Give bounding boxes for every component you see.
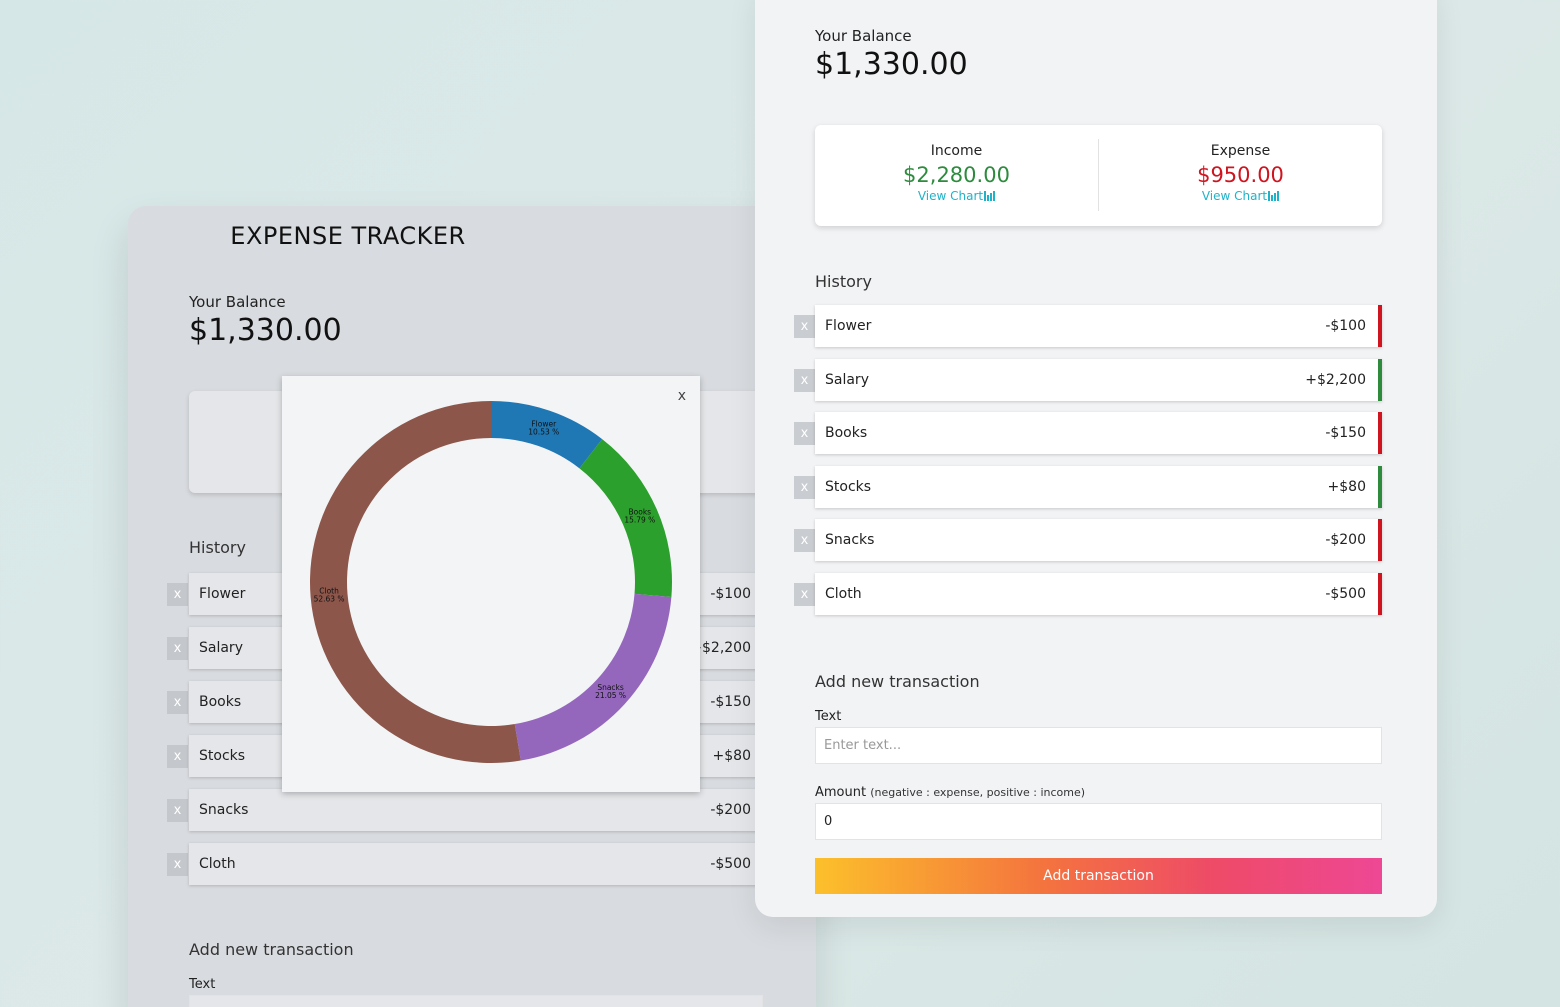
history-row: Cloth -$500 (815, 573, 1382, 615)
back-balance-value: $1,330.00 (189, 313, 342, 348)
history-item-text: Snacks (199, 802, 249, 818)
delete-button[interactable]: x (794, 422, 815, 446)
history-row: Flower -$100 (815, 305, 1382, 347)
donut-slice-percent: 10.53 % (528, 427, 559, 436)
back-form-title: Add new transaction (189, 940, 354, 959)
back-text-input[interactable] (189, 995, 763, 1007)
history-item-amount: -$500 (1325, 586, 1366, 602)
balance-label: Your Balance (815, 27, 912, 45)
text-label: Text (815, 709, 842, 724)
bar-chart-icon (984, 191, 996, 201)
donut-slice-snacks (514, 593, 672, 761)
history-item-amount: +$2,200 (1305, 371, 1366, 388)
back-history-title: History (189, 538, 246, 557)
delete-button[interactable]: x (794, 475, 815, 499)
delete-button[interactable]: x (167, 745, 188, 768)
history-item-text: Cloth (825, 586, 862, 602)
history-item-text: Salary (199, 640, 243, 656)
history-item-text: Stocks (825, 478, 872, 495)
history-item-amount: -$500 (710, 856, 751, 872)
history-item-text: Books (825, 425, 868, 442)
amount-label: Amount (815, 785, 867, 800)
delete-button[interactable]: x (794, 368, 815, 392)
history-row: Snacks -$200 (815, 519, 1382, 562)
form-title: Add new transaction (815, 672, 980, 691)
delete-button[interactable]: x (794, 315, 815, 338)
donut-slice-percent: 15.79 % (624, 516, 655, 525)
donut-slice-cloth (309, 401, 521, 763)
delete-button[interactable]: x (167, 583, 188, 606)
history-item-text: Flower (199, 586, 246, 602)
delete-button[interactable]: x (167, 637, 188, 660)
back-balance-label: Your Balance (189, 293, 286, 311)
history-item-text: Snacks (825, 532, 875, 549)
income-column: Income $2,280.00 View Chart (815, 125, 1098, 226)
history-item-amount: +$80 (712, 748, 751, 764)
history-item-text: Salary (825, 371, 869, 388)
donut-slice-percent: 21.05 % (595, 691, 626, 700)
amount-label-row: Amount (negative : expense, positive : i… (815, 785, 1085, 800)
add-transaction-button[interactable]: Add transaction (815, 858, 1382, 894)
history-item-amount: -$100 (710, 586, 751, 602)
history-item-amount: -$200 (710, 802, 751, 818)
history-item-amount: -$150 (1325, 425, 1366, 442)
delete-button[interactable]: x (167, 853, 188, 876)
amount-hint: (negative : expense, positive : income) (870, 786, 1086, 799)
history-item-amount: -$150 (710, 694, 751, 710)
expense-view-chart-link[interactable]: View Chart (1099, 189, 1382, 203)
history-row: Salary +$2,200 (815, 358, 1382, 401)
expense-value: $950.00 (1197, 163, 1284, 187)
history-item-text: Stocks (199, 748, 246, 764)
history-row: Cloth -$500 (189, 843, 763, 885)
bar-chart-icon (1268, 191, 1280, 201)
income-label: Income (930, 143, 983, 159)
amount-field[interactable] (815, 803, 1382, 840)
delete-button[interactable]: x (794, 583, 815, 606)
expense-label: Expense (1210, 143, 1271, 159)
app-title: EXPENSE TRACKER (230, 222, 466, 250)
donut-slice-percent: 52.63 % (314, 594, 345, 603)
back-text-label: Text (189, 977, 216, 992)
expense-view-chart-label: View Chart (1201, 189, 1268, 203)
amount-input[interactable] (824, 814, 1373, 829)
chart-popup: x Flower 10.53 % Books 15.79 % Snacks 21.05 %… (282, 376, 700, 792)
history-row: Stocks +$80 (815, 465, 1382, 508)
history-item-text: Books (199, 694, 242, 710)
income-view-chart-label: View Chart (917, 189, 984, 203)
income-view-chart-link[interactable]: View Chart (815, 189, 1098, 203)
delete-button[interactable]: x (167, 799, 188, 822)
expense-column: Expense $950.00 View Chart (1099, 125, 1382, 226)
income-expense-box: Income $2,280.00 View Chart Expense $950… (815, 125, 1382, 226)
history-item-amount: +$80 (1327, 478, 1366, 495)
delete-button[interactable]: x (794, 529, 815, 553)
history-item-amount: -$200 (1325, 532, 1366, 549)
text-input[interactable] (824, 738, 1373, 753)
history-item-text: Flower (825, 318, 872, 334)
text-field[interactable] (815, 727, 1382, 764)
expense-donut-chart: Flower10.53 %Books15.79 %Snacks21.05 %Cl… (309, 401, 672, 763)
history-item-text: Cloth (199, 856, 236, 872)
delete-button[interactable]: x (167, 691, 188, 714)
history-title: History (815, 272, 872, 291)
history-item-amount: -$100 (1325, 318, 1366, 334)
history-row: Books -$150 (815, 412, 1382, 455)
balance-value: $1,330.00 (815, 47, 968, 82)
income-value: $2,280.00 (903, 163, 1010, 187)
history-row: Snacks -$200 (189, 789, 763, 831)
